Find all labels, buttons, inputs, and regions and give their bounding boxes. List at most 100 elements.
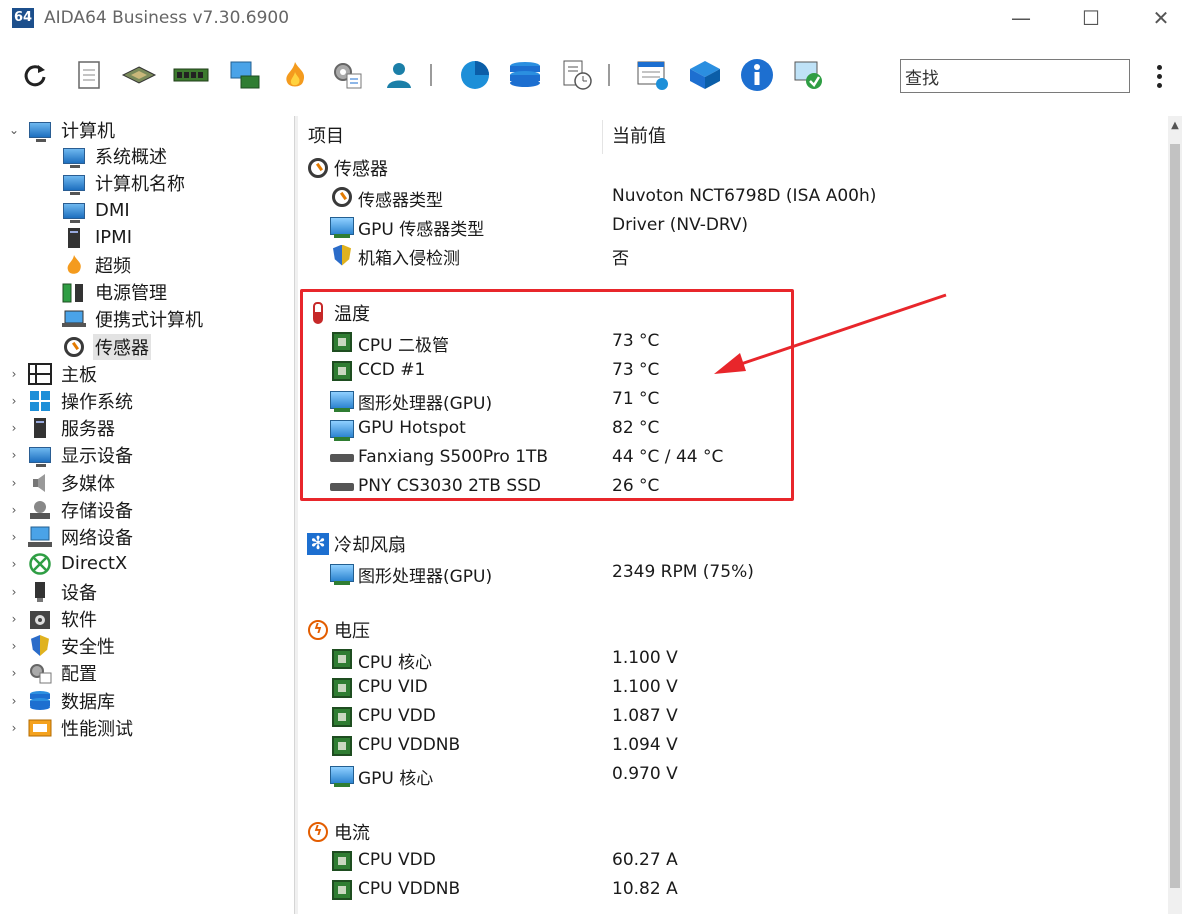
tree-item-multimedia[interactable]: › 多媒体 [6, 469, 117, 496]
config-icon [28, 662, 52, 684]
tree-item-server[interactable]: › 服务器 [6, 414, 117, 441]
more-options-button[interactable] [1148, 62, 1170, 92]
tree-item-label: 设备 [61, 582, 97, 604]
tree-item-dmi[interactable]: DMI [62, 197, 132, 224]
memory-icon[interactable] [172, 56, 210, 94]
sensor-icon [306, 157, 330, 179]
column-divider[interactable] [602, 120, 603, 154]
network-icon[interactable] [634, 56, 672, 94]
tree-item-config[interactable]: › 配置 [6, 659, 99, 686]
list-item[interactable]: CPU 核心 1.100 V [298, 645, 1158, 673]
tree-item-label: 系统概述 [95, 146, 167, 168]
remote-icon[interactable] [790, 56, 828, 94]
tree-item-label: 计算机名称 [95, 173, 185, 195]
monitor-icon [62, 172, 86, 195]
list-item[interactable]: CPU VID 1.100 V [298, 674, 1158, 702]
refresh-icon[interactable] [16, 56, 54, 94]
chevron-right-icon[interactable]: › [6, 503, 22, 517]
report-icon[interactable] [70, 56, 108, 94]
tree-item-database[interactable]: › 数据库 [6, 687, 117, 714]
disk-icon[interactable] [456, 56, 494, 94]
chevron-right-icon[interactable]: › [6, 367, 22, 381]
voltage-icon: ϟ [306, 619, 330, 641]
chevron-right-icon[interactable]: › [6, 476, 22, 490]
tree-item-software[interactable]: › 软件 [6, 605, 99, 632]
tree-item-motherboard[interactable]: › 主板 [6, 360, 99, 387]
cpu-icon[interactable] [120, 56, 158, 94]
scroll-up-icon[interactable]: ▲ [1168, 120, 1182, 134]
tree-item-overclock[interactable]: 超频 [62, 251, 133, 278]
tree-item-computer[interactable]: ⌄ 计算机 [6, 116, 117, 143]
tree-item-benchmark[interactable]: › 性能测试 [6, 714, 135, 741]
scrollbar-thumb[interactable] [1170, 144, 1180, 888]
directx-icon[interactable] [686, 56, 724, 94]
config-icon[interactable] [328, 56, 366, 94]
list-item[interactable]: CPU VDDNB 10.82 A [298, 876, 1158, 904]
chevron-right-icon[interactable]: › [6, 448, 22, 462]
item-label: CPU VID [358, 677, 428, 697]
chevron-down-icon[interactable]: ⌄ [6, 123, 22, 137]
tree-item-computer-name[interactable]: 计算机名称 [62, 169, 187, 196]
tree-item-ipmi[interactable]: IPMI [62, 224, 134, 251]
chevron-right-icon[interactable]: › [6, 721, 22, 735]
gpu-icon [330, 215, 354, 238]
chevron-right-icon[interactable]: › [6, 421, 22, 435]
item-label: GPU 传感器类型 [358, 220, 485, 240]
tree-item-power-management[interactable]: 电源管理 [62, 278, 169, 305]
minimize-button[interactable]: — [998, 4, 1044, 32]
chevron-right-icon[interactable]: › [6, 530, 22, 544]
tree-item-storage[interactable]: › 存储设备 [6, 496, 135, 523]
tree-item-system-summary[interactable]: 系统概述 [62, 142, 169, 169]
tree-item-label: 安全性 [61, 636, 115, 658]
tree-item-operating-system[interactable]: › 操作系统 [6, 387, 135, 414]
chevron-right-icon[interactable]: › [6, 694, 22, 708]
chevron-right-icon[interactable]: › [6, 557, 22, 571]
toolbar-separator [608, 64, 610, 86]
list-item[interactable]: CPU VDD 1.087 V [298, 703, 1158, 731]
tree-item-label: 存储设备 [61, 500, 133, 522]
tree-item-directx[interactable]: › DirectX [6, 550, 129, 577]
current-icon: ϟ [306, 821, 330, 843]
device-icon [28, 581, 52, 603]
column-header-value[interactable]: 当前值 [612, 122, 666, 148]
close-button[interactable]: ✕ [1138, 4, 1182, 32]
chevron-right-icon[interactable]: › [6, 585, 22, 599]
section-cooling-fans: ✻ 冷却风扇 [306, 530, 406, 558]
tree-item-display[interactable]: › 显示设备 [6, 441, 135, 468]
search-input[interactable]: 查找 [900, 59, 1130, 93]
list-item[interactable]: 机箱入侵检测 否 [298, 241, 1158, 269]
tree-item-label: 超频 [95, 255, 131, 277]
list-item[interactable]: GPU 传感器类型 Driver (NV-DRV) [298, 212, 1158, 240]
toolbar-separator [430, 64, 432, 86]
gpu-icon [330, 764, 354, 787]
overclock-icon[interactable] [276, 56, 314, 94]
list-item[interactable]: 图形处理器(GPU) 2349 RPM (75%) [298, 559, 1158, 587]
tree-item-devices[interactable]: › 设备 [6, 578, 99, 605]
maximize-button[interactable]: ☐ [1068, 4, 1114, 32]
list-item[interactable]: CPU VDD 60.27 A [298, 847, 1158, 875]
chevron-right-icon[interactable]: › [6, 666, 22, 680]
display-icon [28, 444, 52, 467]
info-icon[interactable] [738, 56, 776, 94]
item-label: 机箱入侵检测 [358, 249, 460, 269]
chevron-right-icon[interactable]: › [6, 639, 22, 653]
list-item[interactable]: 传感器类型 Nuvoton NCT6798D (ISA A00h) [298, 183, 1158, 211]
tree-item-sensor[interactable]: 传感器 [62, 333, 151, 360]
item-label: CPU 核心 [358, 653, 432, 673]
benchmark-icon[interactable] [558, 56, 596, 94]
item-value: Nuvoton NCT6798D (ISA A00h) [612, 186, 877, 206]
vertical-scrollbar[interactable]: ▲ [1168, 116, 1182, 914]
app-logo: 64 [12, 8, 34, 28]
user-icon[interactable] [380, 56, 418, 94]
tree-item-portable-computer[interactable]: 便携式计算机 [62, 305, 205, 332]
motherboard-icon[interactable] [226, 56, 264, 94]
tree-item-security[interactable]: › 安全性 [6, 632, 117, 659]
column-header-item[interactable]: 项目 [308, 122, 344, 148]
item-label: CPU VDD [358, 850, 436, 870]
tree-item-network[interactable]: › 网络设备 [6, 523, 135, 550]
chevron-right-icon[interactable]: › [6, 612, 22, 626]
chevron-right-icon[interactable]: › [6, 394, 22, 408]
list-item[interactable]: CPU VDDNB 1.094 V [298, 732, 1158, 760]
database-icon[interactable] [506, 56, 544, 94]
list-item[interactable]: GPU 核心 0.970 V [298, 761, 1158, 789]
